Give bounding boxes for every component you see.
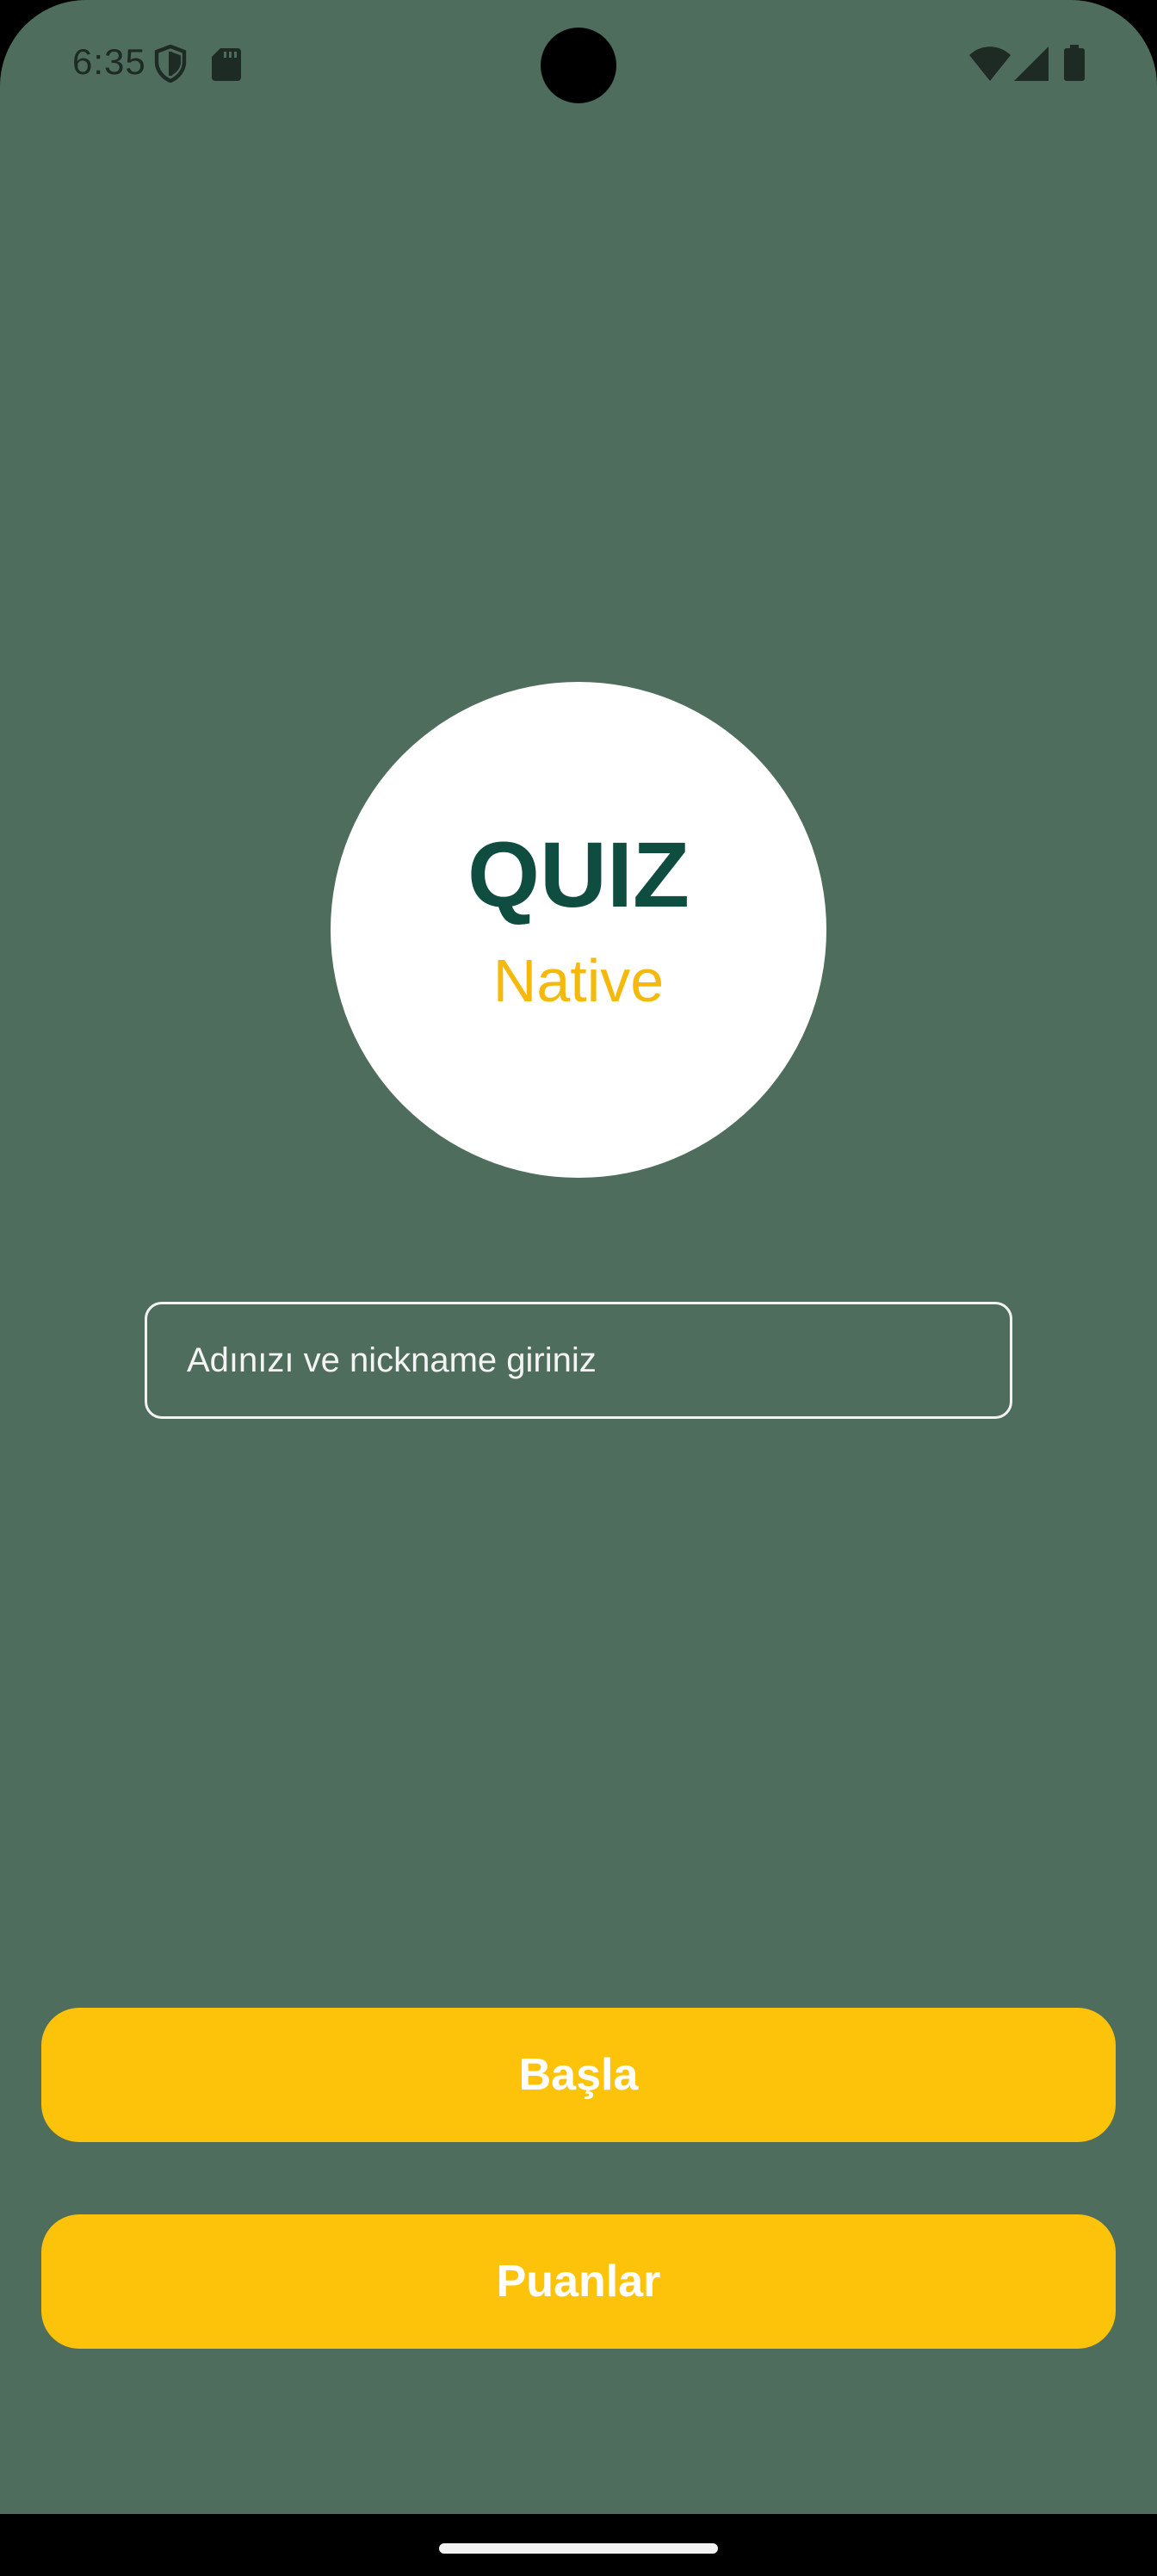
shield-icon [154, 45, 187, 83]
status-time: 6:35 [72, 41, 146, 82]
battery-icon [1064, 45, 1085, 81]
name-input[interactable] [145, 1302, 1012, 1419]
app-logo: QUIZ Native [331, 682, 826, 1178]
app-screen: 6:35 QUIZ Native Başla Puanlar [0, 0, 1157, 2514]
wifi-icon [969, 46, 1011, 81]
gesture-nav-handle[interactable] [439, 2543, 718, 2554]
start-button[interactable]: Başla [41, 2008, 1116, 2142]
status-bar: 6:35 [0, 0, 1157, 129]
scores-button[interactable]: Puanlar [41, 2214, 1116, 2349]
front-camera [541, 28, 616, 103]
logo-title: QUIZ [467, 822, 690, 926]
logo-subtitle: Native [492, 947, 665, 1014]
sd-card-icon [212, 48, 241, 81]
cell-signal-icon [1014, 46, 1049, 81]
